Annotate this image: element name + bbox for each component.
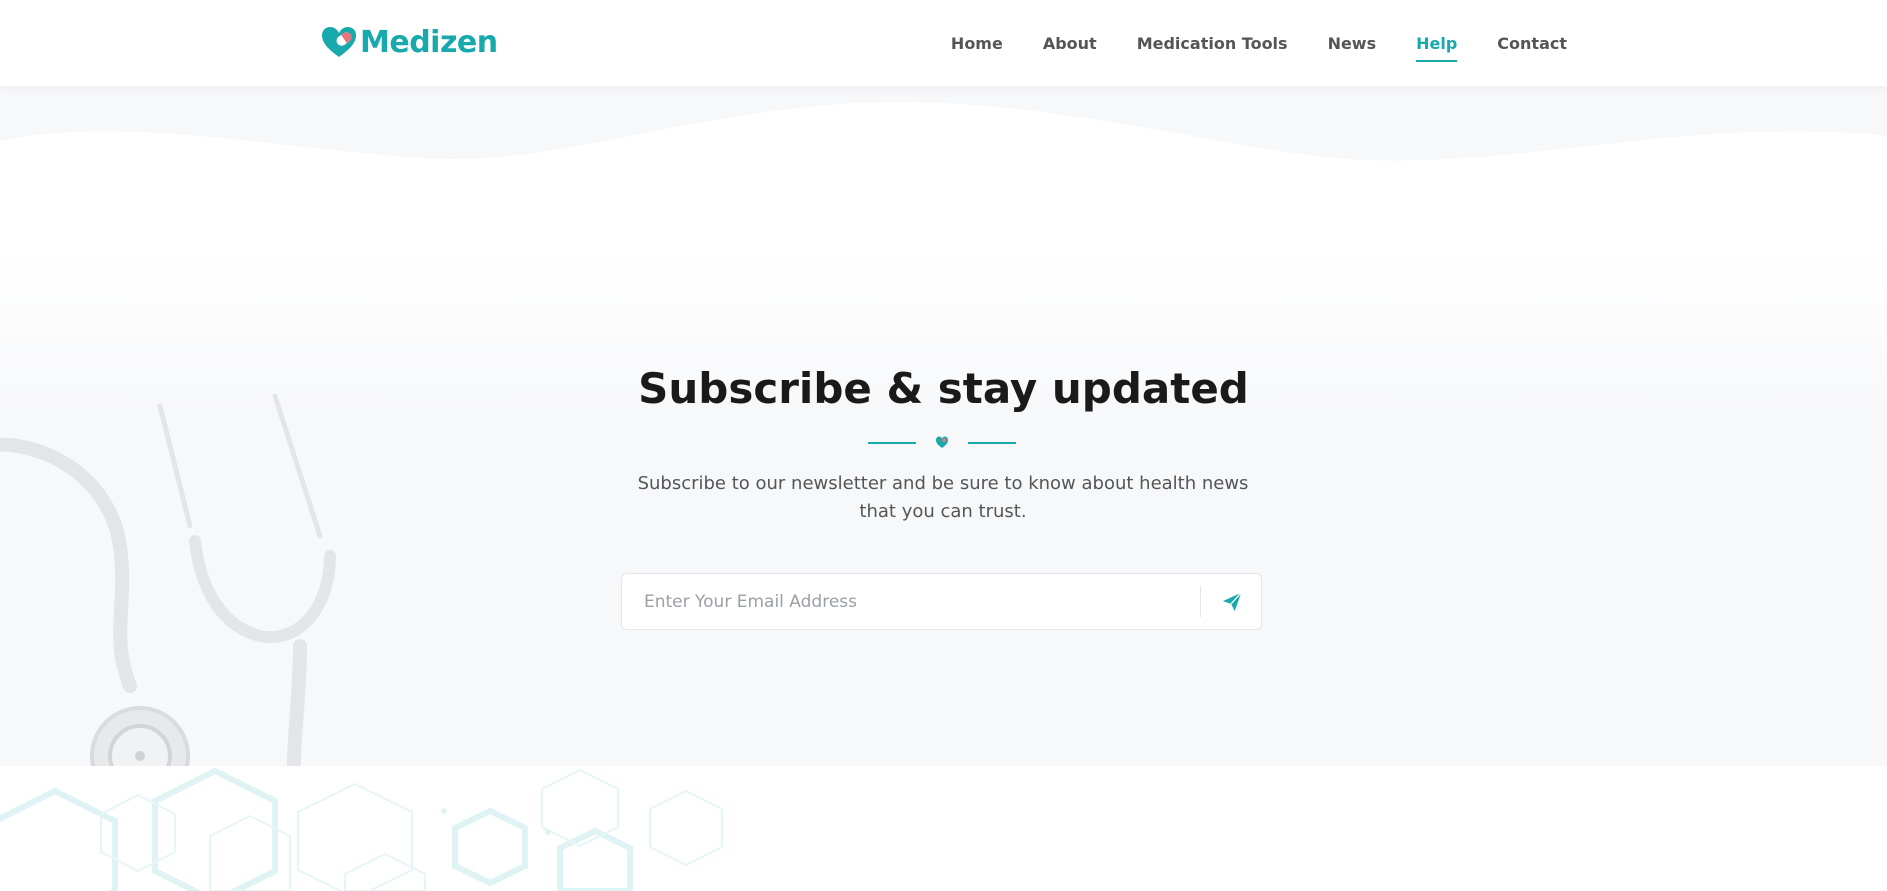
subscribe-title: Subscribe & stay updated xyxy=(638,364,1249,413)
email-input[interactable] xyxy=(622,574,1200,629)
hexagon-pattern xyxy=(0,767,723,891)
subscribe-button[interactable] xyxy=(1202,574,1262,629)
title-divider xyxy=(868,435,1016,451)
site-header: Medizen Home About Medication Tools News… xyxy=(0,0,1887,86)
main-nav: Home About Medication Tools News Help Co… xyxy=(911,0,1567,86)
footer-section xyxy=(0,766,1887,891)
subscribe-section: Subscribe & stay updated Subscribe to ou… xyxy=(0,86,1887,766)
input-separator xyxy=(1200,586,1201,617)
divider-line-left xyxy=(868,442,916,444)
nav-about[interactable]: About xyxy=(1043,34,1097,53)
subscribe-description: Subscribe to our newsletter and be sure … xyxy=(637,473,1249,522)
heart-pill-icon xyxy=(322,27,356,57)
brand-name: Medizen xyxy=(360,24,498,60)
nav-medication-tools[interactable]: Medication Tools xyxy=(1137,34,1288,53)
heart-icon xyxy=(936,436,948,448)
paper-plane-icon xyxy=(1222,591,1242,611)
nav-home[interactable]: Home xyxy=(951,34,1003,53)
newsletter-form xyxy=(621,573,1262,630)
nav-help[interactable]: Help xyxy=(1416,34,1458,62)
site-logo[interactable]: Medizen xyxy=(320,24,498,60)
stethoscope-image xyxy=(0,393,336,766)
nav-contact[interactable]: Contact xyxy=(1497,34,1567,53)
divider-line-right xyxy=(968,442,1016,444)
nav-news[interactable]: News xyxy=(1328,34,1377,53)
